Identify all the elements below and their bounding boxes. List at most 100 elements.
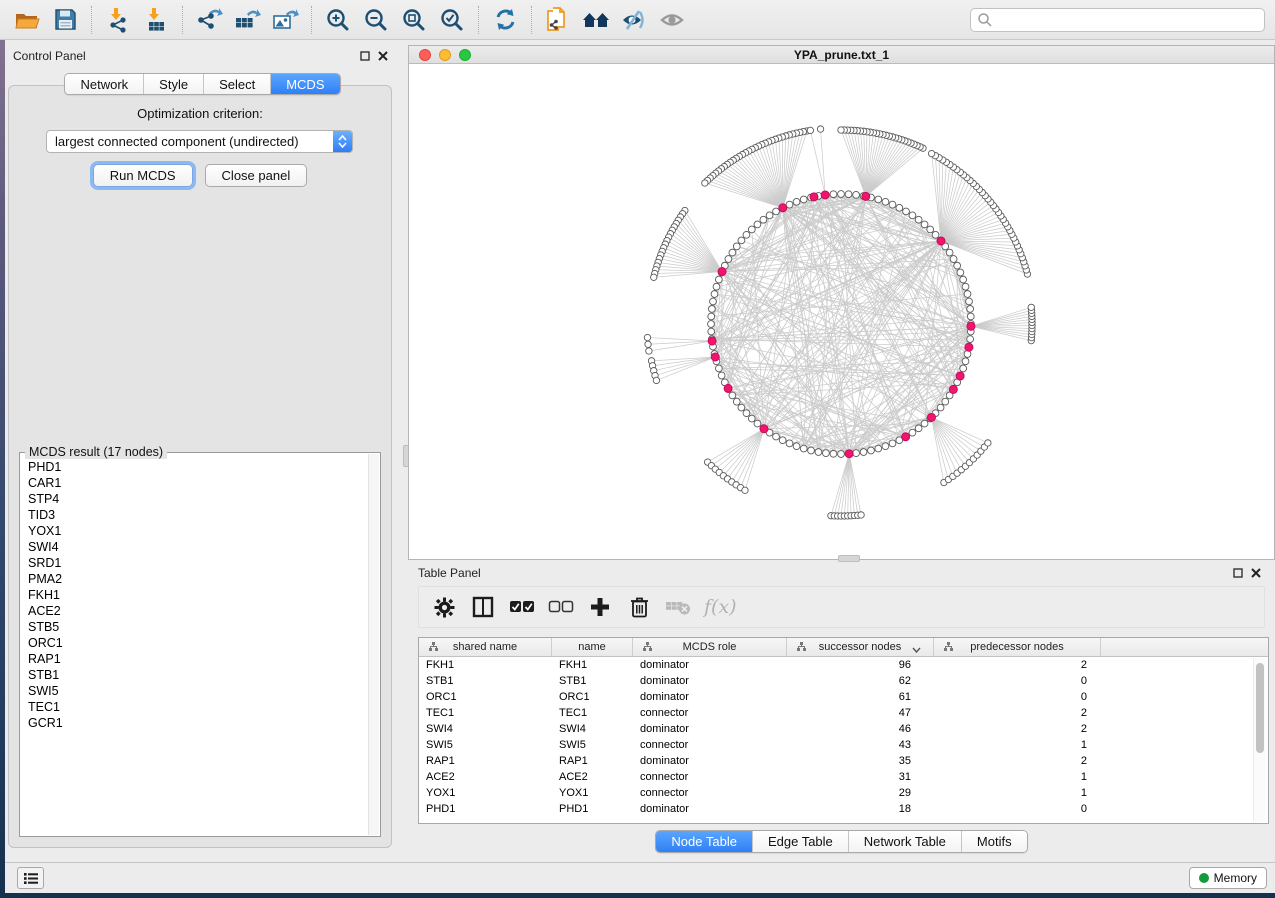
mcds-result-item[interactable]: PMA2	[22, 571, 367, 587]
mcds-result-item[interactable]: TEC1	[22, 699, 367, 715]
table-tab-edge-table[interactable]: Edge Table	[752, 831, 848, 852]
export-table-button[interactable]	[228, 4, 266, 36]
table-cell: connector	[633, 785, 787, 801]
optimization-criterion-select[interactable]: largest connected component (undirected)	[46, 130, 353, 153]
mcds-result-item[interactable]: FKH1	[22, 587, 367, 603]
table-row[interactable]: YOX1YOX1connector291	[419, 785, 1268, 801]
hide-graphics-details-button[interactable]	[615, 4, 653, 36]
close-panel-action-button[interactable]: Close panel	[205, 164, 308, 187]
float-panel-button[interactable]	[356, 48, 374, 64]
clone-network-button[interactable]	[539, 4, 577, 36]
zoom-selected-button[interactable]	[433, 4, 471, 36]
table-cell: SWI5	[552, 737, 633, 753]
task-history-button[interactable]	[17, 867, 44, 889]
show-columns-button[interactable]	[470, 594, 496, 620]
mcds-result-item[interactable]: STB1	[22, 667, 367, 683]
mcds-result-item[interactable]: RAP1	[22, 651, 367, 667]
tab-network[interactable]: Network	[65, 74, 143, 94]
search-input[interactable]	[993, 11, 1264, 29]
export-network-button[interactable]	[190, 4, 228, 36]
save-session-button[interactable]	[46, 4, 84, 36]
close-panel-button[interactable]	[374, 48, 392, 64]
table-row[interactable]: SWI4SWI4dominator462	[419, 721, 1268, 737]
tab-select[interactable]: Select	[203, 74, 270, 94]
table-cell: PHD1	[419, 801, 552, 817]
column-header-predecessor-nodes[interactable]: predecessor nodes	[934, 638, 1101, 656]
table-row[interactable]: ACE2ACE2connector311	[419, 769, 1268, 785]
table-cell: 1	[934, 737, 1101, 753]
tab-style[interactable]: Style	[143, 74, 203, 94]
mcds-result-item[interactable]: PHD1	[22, 459, 367, 475]
column-header-name[interactable]: name	[552, 638, 633, 656]
tab-mcds[interactable]: MCDS	[270, 74, 339, 94]
network-graph[interactable]	[409, 64, 1274, 559]
export-image-button[interactable]	[266, 4, 304, 36]
deselect-all-button[interactable]	[548, 594, 574, 620]
close-panel-button[interactable]	[1247, 565, 1265, 581]
mcds-result-item[interactable]: ACE2	[22, 603, 367, 619]
delete-column-button[interactable]	[626, 594, 652, 620]
toolbar-separator	[91, 6, 92, 34]
horizontal-splitter[interactable]	[408, 555, 1275, 562]
mcds-result-item[interactable]: YOX1	[22, 523, 367, 539]
mcds-result-item[interactable]: GCR1	[22, 715, 367, 731]
splitter-grip[interactable]	[838, 555, 860, 562]
memory-button[interactable]: Memory	[1189, 867, 1267, 889]
column-header-shared-name[interactable]: shared name	[419, 638, 552, 656]
table-row[interactable]: TEC1TEC1connector472	[419, 705, 1268, 721]
network-nodes[interactable]	[644, 126, 1035, 519]
checked-boxes-icon	[509, 600, 535, 614]
memory-label: Memory	[1214, 871, 1257, 885]
gear-icon	[434, 597, 455, 618]
mcds-result-item[interactable]: TID3	[22, 507, 367, 523]
import-network-button[interactable]	[99, 4, 137, 36]
zoom-fit-button[interactable]	[395, 4, 433, 36]
zoom-out-button[interactable]	[357, 4, 395, 36]
table-cell: 62	[787, 673, 934, 689]
mcds-result-item[interactable]: SWI4	[22, 539, 367, 555]
table-row[interactable]: PHD1PHD1dominator180	[419, 801, 1268, 817]
mcds-result-item[interactable]: STP4	[22, 491, 367, 507]
table-cell: 1	[934, 785, 1101, 801]
column-type-icon	[429, 642, 438, 654]
table-cell: RAP1	[419, 753, 552, 769]
table-tab-motifs[interactable]: Motifs	[961, 831, 1027, 852]
table-tab-network-table[interactable]: Network Table	[848, 831, 961, 852]
app-body: Control Panel NetworkStyleSelectMCDS Opt…	[5, 40, 1275, 893]
task-list-icon	[23, 872, 39, 885]
run-mcds-button[interactable]: Run MCDS	[93, 164, 193, 187]
zoom-fit-icon	[401, 7, 427, 33]
select-all-button[interactable]	[509, 594, 535, 620]
mcds-result-item[interactable]: SRD1	[22, 555, 367, 571]
zoom-in-button[interactable]	[319, 4, 357, 36]
network-window-titlebar[interactable]: YPA_prune.txt_1	[409, 46, 1274, 64]
mcds-result-item[interactable]: SWI5	[22, 683, 367, 699]
mcds-result-item[interactable]: STB5	[22, 619, 367, 635]
table-row[interactable]: SWI5SWI5connector431	[419, 737, 1268, 753]
scrollbar-thumb[interactable]	[1256, 663, 1264, 753]
table-row[interactable]: FKH1FKH1dominator962	[419, 657, 1268, 673]
column-header-successor-nodes[interactable]: successor nodes	[787, 638, 934, 656]
mcds-result-item[interactable]: CAR1	[22, 475, 367, 491]
network-canvas[interactable]	[409, 64, 1274, 559]
houses-button[interactable]	[577, 4, 615, 36]
export-table-icon	[233, 7, 261, 33]
close-icon	[378, 51, 388, 61]
table-scrollbar[interactable]	[1253, 658, 1265, 822]
refresh-button[interactable]	[486, 4, 524, 36]
table-row[interactable]: RAP1RAP1dominator352	[419, 753, 1268, 769]
mcds-result-item[interactable]: ORC1	[22, 635, 367, 651]
column-type-icon	[797, 642, 806, 654]
table-settings-button[interactable]	[431, 594, 457, 620]
mcds-list-scrollbar[interactable]	[368, 454, 379, 835]
open-file-button[interactable]	[8, 4, 46, 36]
show-graphics-details-button[interactable]	[653, 4, 691, 36]
column-header-MCDS-role[interactable]: MCDS role	[633, 638, 787, 656]
import-table-button[interactable]	[137, 4, 175, 36]
add-column-button[interactable]	[587, 594, 613, 620]
float-panel-button[interactable]	[1229, 565, 1247, 581]
eye-slash-icon	[620, 8, 648, 32]
table-tab-node-table[interactable]: Node Table	[656, 831, 752, 852]
table-row[interactable]: ORC1ORC1dominator610	[419, 689, 1268, 705]
table-row[interactable]: STB1STB1dominator620	[419, 673, 1268, 689]
